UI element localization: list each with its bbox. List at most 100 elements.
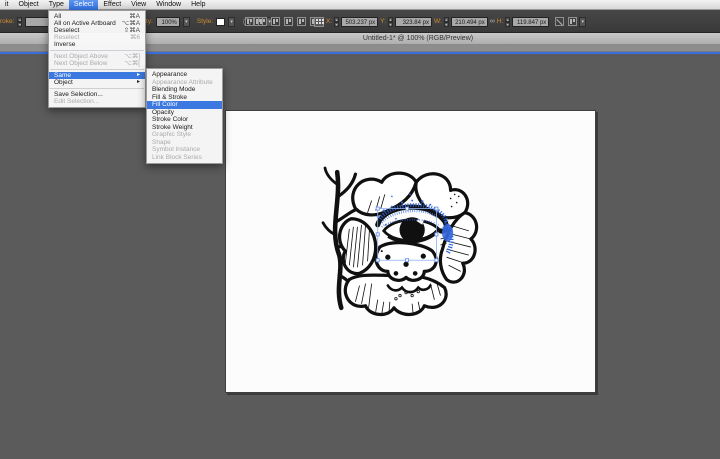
menubar-item-help[interactable]: Help <box>186 0 210 10</box>
artboard[interactable] <box>225 110 596 393</box>
stroke-weight-input[interactable] <box>25 17 50 27</box>
style-swatch[interactable] <box>216 18 225 26</box>
same-submenu-item-fill-color[interactable]: Fill Color <box>147 101 222 109</box>
menu-item-label: All <box>54 13 61 20</box>
select-menu-item-edit-selection-: Edit Selection... <box>49 98 145 105</box>
menu-item-label: Stroke Color <box>152 116 188 124</box>
same-submenu-item-appearance[interactable]: Appearance <box>147 71 222 79</box>
select-menu-item-save-selection-[interactable]: Save Selection... <box>49 91 145 98</box>
menu-item-label: Fill Color <box>152 101 178 109</box>
constrain-proportions-link-icon[interactable]: ∞ <box>490 18 495 25</box>
select-menu-item-deselect[interactable]: Deselect ⇧⌘A <box>49 27 145 34</box>
same-submenu-item-link-block-series: Link Block Series <box>147 154 222 162</box>
menu-item-label: Save Selection... <box>54 91 103 98</box>
same-submenu-item-graphic-style: Graphic Style <box>147 131 222 139</box>
align-icon-2[interactable] <box>258 17 267 26</box>
select-menu-dropdown: All ⌘A All on Active Artboard ⌥⌘A Deselect ⇧⌘… <box>48 10 146 108</box>
more-options-dropdown-button[interactable]: ▾ <box>579 17 586 27</box>
select-menu-item-next-object-below: Next Object Below ⌥⌘[ <box>49 60 145 67</box>
y-input[interactable]: 323.84 px <box>395 17 432 27</box>
menu-item-shortcut: ⌘6 <box>130 34 140 41</box>
menu-item-label: Inverse <box>54 41 75 48</box>
menu-item-shortcut: ⌥⌘[ <box>124 60 140 67</box>
stroke-stepper[interactable]: ▴▾ <box>17 17 22 27</box>
same-submenu-item-shape: Shape <box>147 139 222 147</box>
same-submenu-item-symbol-instance: Symbol Instance <box>147 146 222 154</box>
align-icon-5[interactable] <box>297 17 306 26</box>
menu-item-label: Next Object Above <box>54 53 108 60</box>
menubar-item-window[interactable]: Window <box>151 0 186 10</box>
x-input[interactable]: 503.237 px <box>341 17 378 27</box>
transform-icon[interactable] <box>555 17 564 26</box>
style-label: Style: <box>197 18 213 25</box>
h-input[interactable]: 119.847 px <box>512 17 549 27</box>
menu-item-label: Deselect <box>54 27 79 34</box>
submenu-arrow-icon: ▸ <box>137 72 140 79</box>
same-submenu-item-stroke-weight[interactable]: Stroke Weight <box>147 124 222 132</box>
x-label: X: <box>326 18 332 25</box>
w-stepper[interactable]: ▴▾ <box>444 17 449 27</box>
opacity-label: ty: <box>146 18 153 25</box>
menu-item-label: Next Object Below <box>54 60 107 67</box>
menu-item-shortcut: ⌥⌘A <box>122 20 140 27</box>
menu-item-label: Symbol Instance <box>152 146 200 154</box>
w-input[interactable]: 210.494 px <box>451 17 488 27</box>
select-menu-item-reselect: Reselect ⌘6 <box>49 34 145 41</box>
select-menu-item-all[interactable]: All ⌘A <box>49 13 145 20</box>
select-menu-item-object[interactable]: Object▸ <box>49 79 145 86</box>
y-label: Y: <box>380 18 386 25</box>
menu-item-label: Edit Selection... <box>54 98 99 105</box>
align-icon-4[interactable] <box>284 17 293 26</box>
menu-item-label: Appearance <box>152 71 187 79</box>
align-icon-1[interactable] <box>245 17 254 26</box>
menu-item-label: Opacity <box>152 109 174 117</box>
reference-point-locator-icon[interactable] <box>314 17 324 27</box>
menu-item-label: Graphic Style <box>152 131 191 139</box>
w-label: W: <box>434 18 442 25</box>
same-submenu-item-fill-stroke[interactable]: Fill & Stroke <box>147 94 222 102</box>
y-stepper[interactable]: ▴▾ <box>388 17 393 27</box>
align-icon-3[interactable] <box>271 17 280 26</box>
same-submenu-item-blending-mode[interactable]: Blending Mode <box>147 86 222 94</box>
menu-item-label: Blending Mode <box>152 86 195 94</box>
menubar-item-object[interactable]: Object <box>14 0 44 10</box>
select-menu-item-all-on-active-artboard[interactable]: All on Active Artboard ⌥⌘A <box>49 20 145 27</box>
document-title: Untitled-1* @ 100% (RGB/Preview) <box>116 33 720 45</box>
same-submenu-item-opacity[interactable]: Opacity <box>147 109 222 117</box>
select-menu-separator <box>50 50 144 51</box>
menubar-item-it[interactable]: it <box>0 0 14 10</box>
menubar-item-view[interactable]: View <box>126 0 151 10</box>
opacity-dropdown-button[interactable]: ▾ <box>183 17 190 27</box>
artwork-eye-flower-illustration[interactable] <box>321 166 481 318</box>
menubar-item-type[interactable]: Type <box>44 0 69 10</box>
menu-item-label: Fill & Stroke <box>152 94 187 102</box>
h-label: H: <box>497 18 504 25</box>
select-menu-item-next-object-above: Next Object Above ⌥⌘] <box>49 53 145 60</box>
select-menu-item-inverse[interactable]: Inverse <box>49 41 145 48</box>
menu-item-label: Same <box>54 72 71 79</box>
menu-item-label: Link Block Series <box>152 154 202 162</box>
menubar-item-effect[interactable]: Effect <box>98 0 126 10</box>
h-stepper[interactable]: ▴▾ <box>505 17 510 27</box>
menu-item-label: Stroke Weight <box>152 124 193 132</box>
same-submenu-item-stroke-color[interactable]: Stroke Color <box>147 116 222 124</box>
menubar-item-select[interactable]: Select <box>69 0 98 10</box>
menu-item-shortcut: ⌘A <box>129 13 140 20</box>
x-stepper[interactable]: ▴▾ <box>334 17 339 27</box>
style-dropdown-button[interactable]: ▾ <box>228 17 235 27</box>
stroke-label: roke: <box>0 18 14 25</box>
menu-item-label: Reselect <box>54 34 79 41</box>
select-menu-separator <box>50 69 144 70</box>
menu-item-label: Object <box>54 79 73 86</box>
same-submenu-item-appearance-attribute: Appearance Attribute <box>147 79 222 87</box>
menu-item-shortcut: ⌥⌘] <box>124 53 140 60</box>
select-menu-separator <box>50 88 144 89</box>
menu-item-shortcut: ⇧⌘A <box>124 27 140 34</box>
menubar: itObjectTypeSelectEffectViewWindowHelp <box>0 0 720 10</box>
isolate-mode-icon[interactable] <box>568 17 577 26</box>
canvas-pasteboard[interactable] <box>0 54 720 459</box>
menu-item-label: Shape <box>152 139 171 147</box>
select-menu-item-same[interactable]: Same ▸ <box>49 72 145 79</box>
menu-item-label: All on Active Artboard <box>54 20 116 27</box>
opacity-input[interactable]: 100% <box>156 17 180 27</box>
